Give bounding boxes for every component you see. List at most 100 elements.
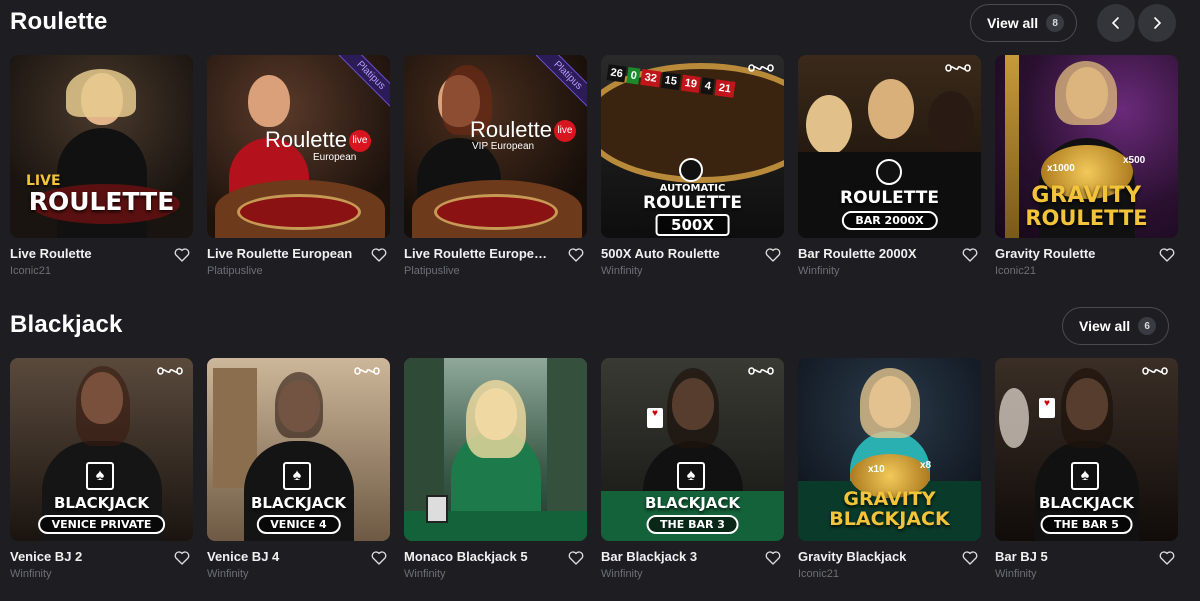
game-art-line1: Roulette [265,127,347,152]
game-card-meta: Live Roulette European ... Platipuslive [404,238,587,293]
game-card[interactable]: x10 x8 GRAVITY BLACKJACK Gravity Blackja… [798,358,981,596]
infinity-icon [354,367,380,375]
dealer-hair [466,380,526,458]
heart-outline-icon[interactable] [567,549,585,567]
heart-outline-icon[interactable] [173,549,191,567]
game-thumbnail[interactable]: ♠ BLACKJACK VENICE PRIVATE [10,358,193,541]
dealer-hair [275,372,323,438]
heart-outline-icon[interactable] [961,549,979,567]
game-card[interactable]: x1000 x500 GRAVITY ROULETTE Gravity Roul… [995,55,1178,293]
game-provider: Iconic21 [995,265,1036,277]
game-thumbnail[interactable]: LIVE ROULETTE [10,55,193,238]
game-art-line2: VIP European [472,141,535,152]
dealer-hair [66,69,136,117]
spade-card-icon: ♠ [677,462,705,490]
game-card[interactable]: ROULETTE BAR 2000X Bar Roulette 2000X Wi… [798,55,981,293]
game-thumbnail[interactable]: ♥ ♠ BLACKJACK THE BAR 5 [995,358,1178,541]
game-art-line1: BLACKJACK [1038,494,1135,512]
heart-outline-icon[interactable] [370,549,388,567]
heart-outline-icon[interactable] [567,246,585,264]
view-all-count-badge: 6 [1138,317,1157,335]
section-title: Blackjack [10,311,123,338]
game-art-line2: VENICE PRIVATE [37,515,166,534]
game-title[interactable]: Monaco Blackjack 5 [404,549,554,564]
game-title[interactable]: Bar Blackjack 3 [601,549,751,564]
logo-emblem-icon [876,159,902,185]
game-card[interactable]: Roulette live VIP European Platipus Live … [404,55,587,293]
game-card[interactable]: LIVE ROULETTE Live Roulette Iconic21 [10,55,193,293]
heart-outline-icon[interactable] [961,246,979,264]
game-card[interactable]: ♥ ♠ BLACKJACK THE BAR 5 Bar BJ 5 Winfini… [995,358,1178,596]
game-thumbnail[interactable]: Roulette live VIP European Platipus [404,55,587,238]
game-thumbnail[interactable]: ROULETTE BAR 2000X [798,55,981,238]
game-card[interactable]: 26 0 32 15 19 4 21 AUTOMATIC ROULETTE 50… [601,55,784,293]
game-card-meta: Bar Roulette 2000X Winfinity [798,238,981,293]
dealer-hair [1061,368,1113,448]
game-thumbnail[interactable]: Roulette live European Platipus [207,55,390,238]
game-art-line1: GRAVITY [1031,183,1142,208]
flowers [999,388,1029,448]
infinity-icon [748,367,774,375]
heart-outline-icon[interactable] [764,549,782,567]
heart-outline-icon[interactable] [173,246,191,264]
dealer-hair [860,368,920,438]
wheel-number: 19 [680,74,701,94]
next-button[interactable] [1138,4,1176,42]
view-all-button[interactable]: View all 6 [1062,307,1170,345]
game-art-line2: THE BAR 5 [1040,515,1133,534]
wheel-number: 32 [640,68,661,88]
game-card-meta: Venice BJ 2 Winfinity [10,541,193,596]
game-title[interactable]: Venice BJ 2 [10,549,160,564]
game-card[interactable]: Roulette live European Platipus Live Roul… [207,55,390,293]
game-title[interactable]: Venice BJ 4 [207,549,357,564]
game-thumbnail[interactable]: 26 0 32 15 19 4 21 AUTOMATIC ROULETTE 50… [601,55,784,238]
game-title[interactable]: Gravity Blackjack [798,549,948,564]
heart-outline-icon[interactable] [370,246,388,264]
view-all-button[interactable]: View all 8 [970,4,1078,42]
game-thumbnail[interactable]: ♥ ♠ BLACKJACK THE BAR 3 [601,358,784,541]
game-art-line1: BLACKJACK [644,494,741,512]
game-card-meta: Venice BJ 4 Winfinity [207,541,390,596]
game-card-meta: Live Roulette European Platipuslive [207,238,390,293]
chevron-right-icon [1154,17,1162,29]
heart-outline-icon[interactable] [1158,246,1176,264]
game-thumbnail[interactable]: x10 x8 GRAVITY BLACKJACK [798,358,981,541]
game-art-line1: BLACKJACK [250,494,347,512]
wheel-number: 26 [606,64,627,83]
heart-outline-icon[interactable] [1158,549,1176,567]
heart-outline-icon[interactable] [764,246,782,264]
roulette-game-list: LIVE ROULETTE Live Roulette Iconic21 Rou… [10,55,1178,293]
game-title[interactable]: Live Roulette European ... [404,246,554,261]
game-thumbnail[interactable]: x1000 x500 GRAVITY ROULETTE [995,55,1178,238]
game-provider: Platipuslive [404,265,460,277]
game-title[interactable]: Live Roulette European [207,246,357,261]
provider-ribbon: Platipus [339,55,390,108]
game-art-line1: GRAVITY [843,488,936,510]
game-title[interactable]: Bar Roulette 2000X [798,246,948,261]
game-card[interactable]: Monaco Blackjack 5 Winfinity [404,358,587,596]
dealer-head [928,91,974,151]
card-shoe [426,495,448,523]
game-thumbnail[interactable] [404,358,587,541]
blackjack-section: Blackjack View all 6 ♠ BLACKJACK VENICE … [0,303,1200,580]
game-art-line2: VENICE 4 [256,515,341,534]
game-provider: Iconic21 [798,568,839,580]
game-title[interactable]: Gravity Roulette [995,246,1145,261]
game-provider: Winfinity [995,568,1037,580]
multiplier-label: x8 [920,460,932,471]
playing-card: ♥ [1039,398,1055,418]
game-title[interactable]: 500X Auto Roulette [601,246,751,261]
game-card[interactable]: ♥ ♠ BLACKJACK THE BAR 3 Bar Blackjack 3 … [601,358,784,596]
game-card[interactable]: ♠ BLACKJACK VENICE 4 Venice BJ 4 Winfini… [207,358,390,596]
multiplier-label: x1000 [1047,163,1075,174]
previous-button[interactable] [1097,4,1135,42]
game-card[interactable]: ♠ BLACKJACK VENICE PRIVATE Venice BJ 2 W… [10,358,193,596]
game-title[interactable]: Bar BJ 5 [995,549,1145,564]
blackjack-section-header: Blackjack View all 6 [0,303,1200,353]
live-badge: live [553,120,576,143]
multiplier-label: x10 [868,464,885,475]
game-title[interactable]: Live Roulette [10,246,160,261]
game-thumbnail[interactable]: ♠ BLACKJACK VENICE 4 [207,358,390,541]
view-all-label: View all [1079,318,1131,334]
game-card-meta: 500X Auto Roulette Winfinity [601,238,784,293]
